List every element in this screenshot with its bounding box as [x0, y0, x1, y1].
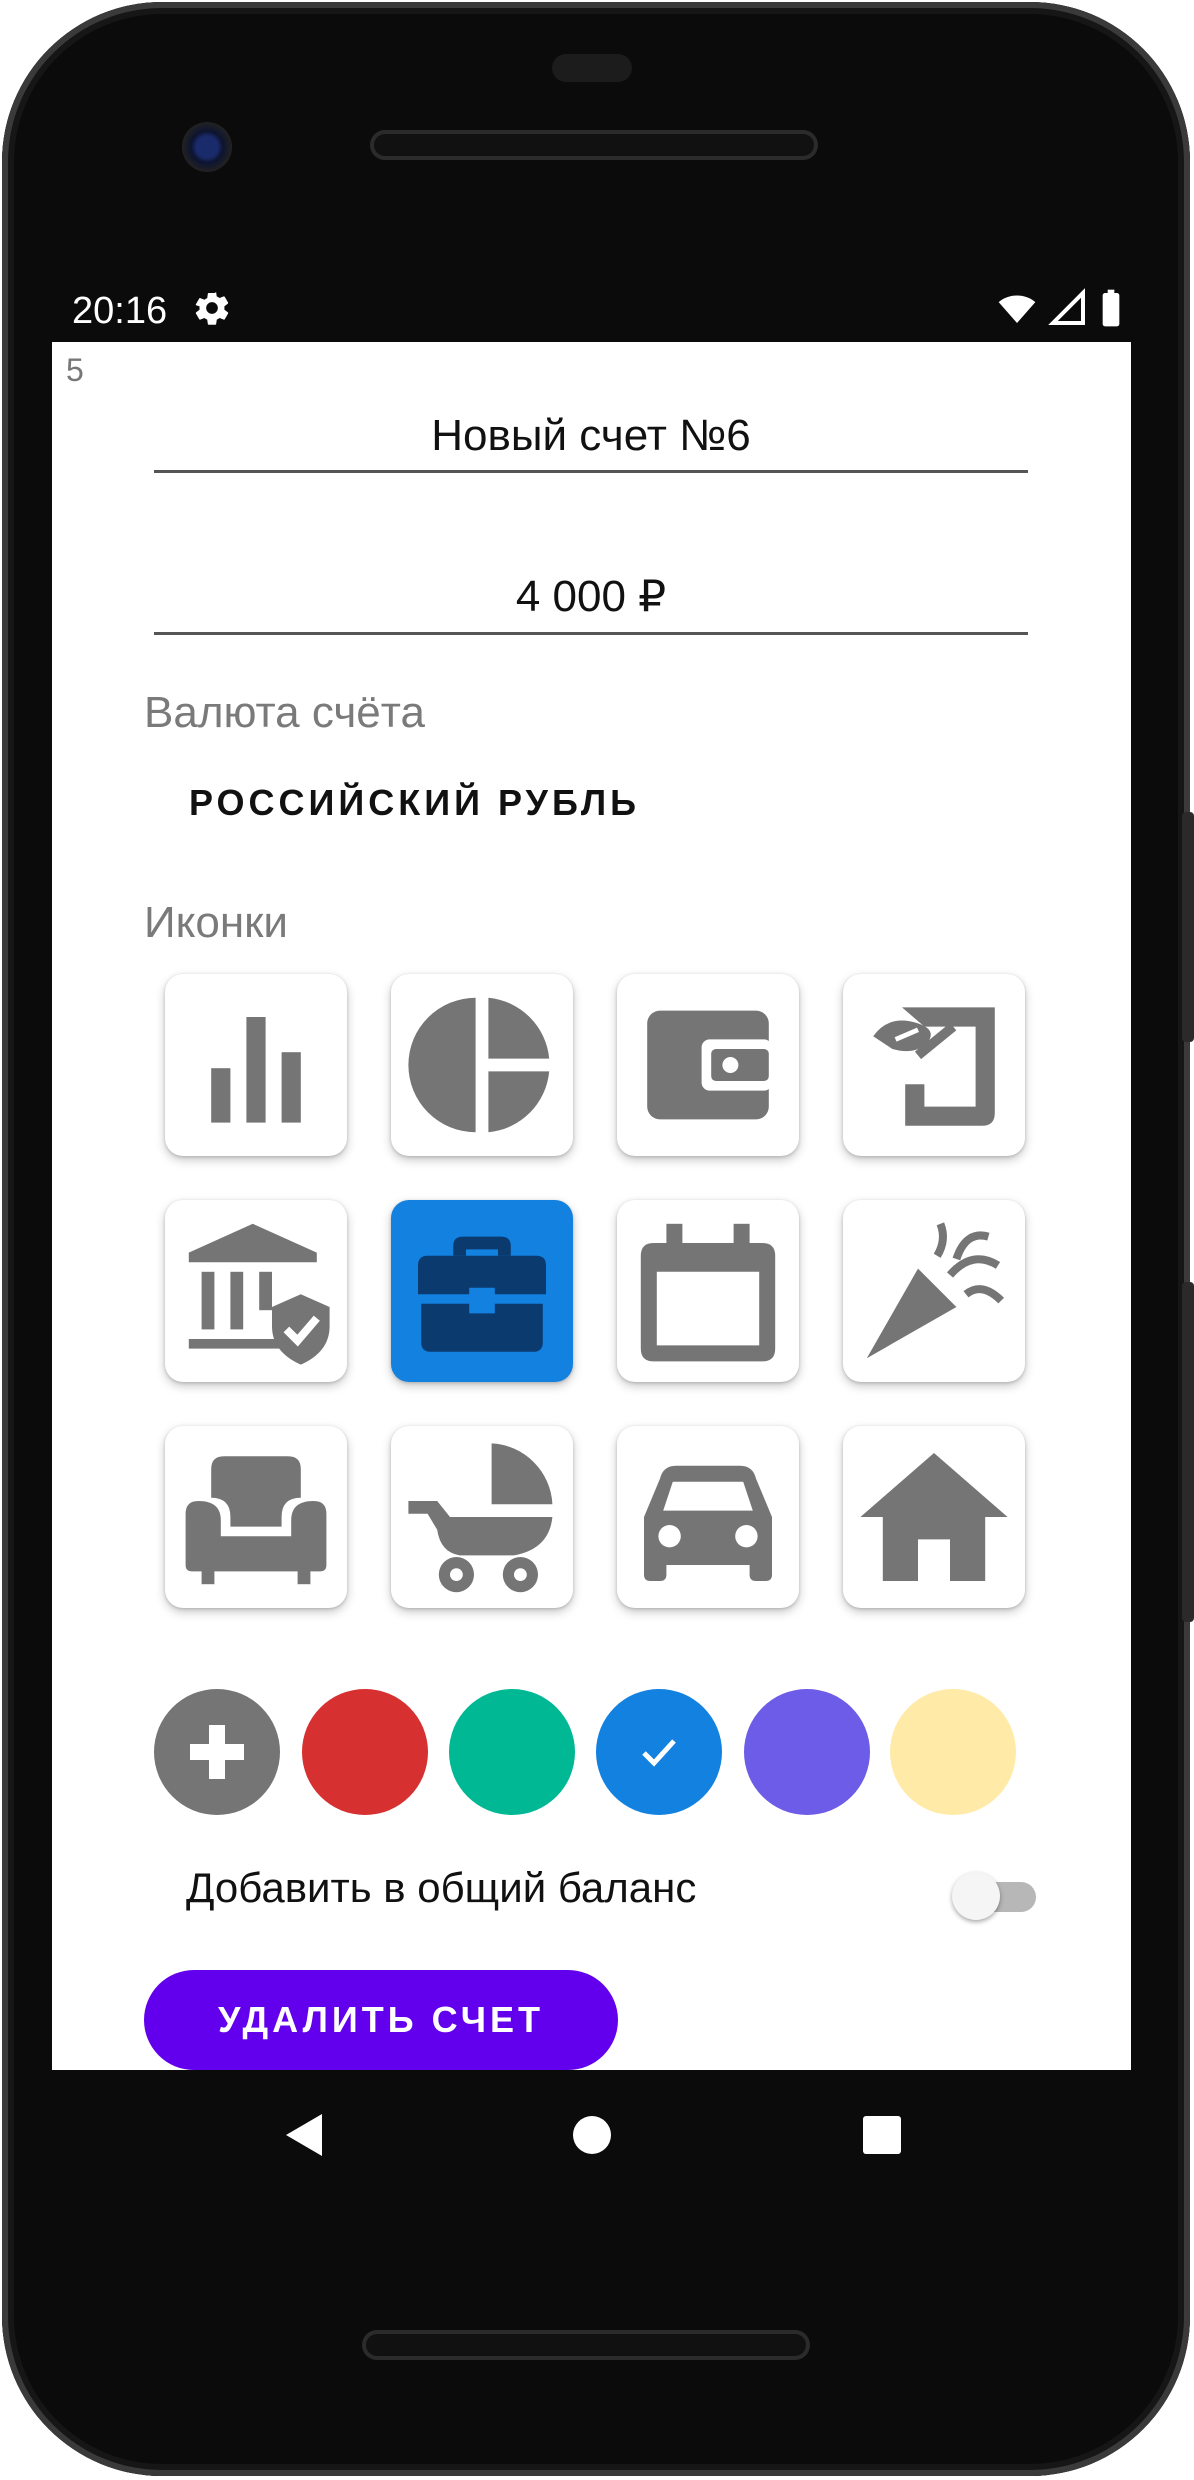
color-swatch-green[interactable]: [449, 1689, 575, 1815]
status-bar: 20:16: [52, 280, 1142, 340]
debug-counter: 5: [66, 352, 84, 388]
icon-tile-bar-chart[interactable]: [165, 974, 347, 1156]
recents-square-icon: [863, 2116, 901, 2154]
back-triangle-icon: [286, 2114, 322, 2156]
wifi-icon: [998, 295, 1036, 323]
icon-tile-bank-shield[interactable]: [165, 1200, 347, 1382]
volume-button: [1182, 1282, 1194, 1622]
calendar-icon: [640, 1223, 776, 1362]
status-time: 20:16: [72, 290, 168, 332]
icon-tile-calendar[interactable]: [617, 1200, 799, 1382]
gear-icon: [192, 288, 232, 333]
baby-stroller-icon: [408, 1443, 553, 1593]
switch-thumb: [952, 1872, 1000, 1920]
battery-icon: [1102, 289, 1120, 327]
icon-tile-wallet[interactable]: [617, 974, 799, 1156]
include-in-total-switch[interactable]: [952, 1872, 1036, 1920]
icon-tile-armchair[interactable]: [165, 1426, 347, 1608]
nav-back-button[interactable]: [274, 2105, 334, 2165]
plus-icon: [190, 1725, 244, 1779]
front-camera: [182, 122, 232, 172]
car-icon: [644, 1465, 772, 1581]
home-circle-icon: [573, 2116, 611, 2154]
bank-shield-icon: [188, 1223, 330, 1365]
include-in-total-label: Добавить в общий баланс: [186, 1864, 697, 1911]
bar-chart-icon: [211, 1017, 301, 1123]
delete-account-button[interactable]: УДАЛИТЬ СЧЕТ: [144, 1970, 618, 2070]
home-icon: [860, 1453, 1008, 1581]
power-button: [1182, 812, 1194, 1042]
checkmark-icon: [642, 1739, 676, 1767]
color-swatch-red[interactable]: [302, 1689, 428, 1815]
balance-field[interactable]: 4 000 ₽: [154, 564, 1028, 635]
icon-tile-party-popper[interactable]: [843, 1200, 1025, 1382]
icon-tile-home[interactable]: [843, 1426, 1025, 1608]
briefcase-icon: [418, 1236, 546, 1352]
currency-selector[interactable]: РОССИЙСКИЙ РУБЛЬ: [189, 782, 640, 824]
account-name-field[interactable]: Новый счет №6: [154, 404, 1028, 473]
color-swatch-yellow[interactable]: [890, 1689, 1016, 1815]
color-swatch-blue[interactable]: [596, 1689, 722, 1815]
currency-label: Валюта счёта: [144, 688, 425, 737]
nav-recents-button[interactable]: [852, 2105, 912, 2165]
wallet-icon: [647, 1010, 772, 1120]
color-swatch-purple[interactable]: [744, 1689, 870, 1815]
icon-tile-pie-chart[interactable]: [391, 974, 573, 1156]
pie-chart-icon: [408, 997, 550, 1133]
icon-tile-money-hand[interactable]: [843, 974, 1025, 1156]
add-color-button[interactable]: [154, 1689, 280, 1815]
bottom-speaker: [362, 2330, 810, 2360]
top-speaker: [370, 130, 818, 160]
armchair-icon: [185, 1456, 327, 1585]
nav-home-button[interactable]: [562, 2105, 622, 2165]
icon-tile-briefcase[interactable]: [391, 1200, 573, 1382]
icon-tile-car[interactable]: [617, 1426, 799, 1608]
system-nav-bar: [52, 2070, 1131, 2200]
money-hand-icon: [873, 1007, 995, 1126]
cell-signal-icon: [1048, 288, 1085, 325]
account-edit-screen: 5 Новый счет №6 4 000 ₽ Валюта счёта РОС…: [52, 342, 1131, 2070]
icon-tile-baby-stroller[interactable]: [391, 1426, 573, 1608]
party-popper-icon: [866, 1222, 1005, 1359]
earpiece: [552, 54, 632, 82]
icons-label: Иконки: [144, 898, 288, 947]
